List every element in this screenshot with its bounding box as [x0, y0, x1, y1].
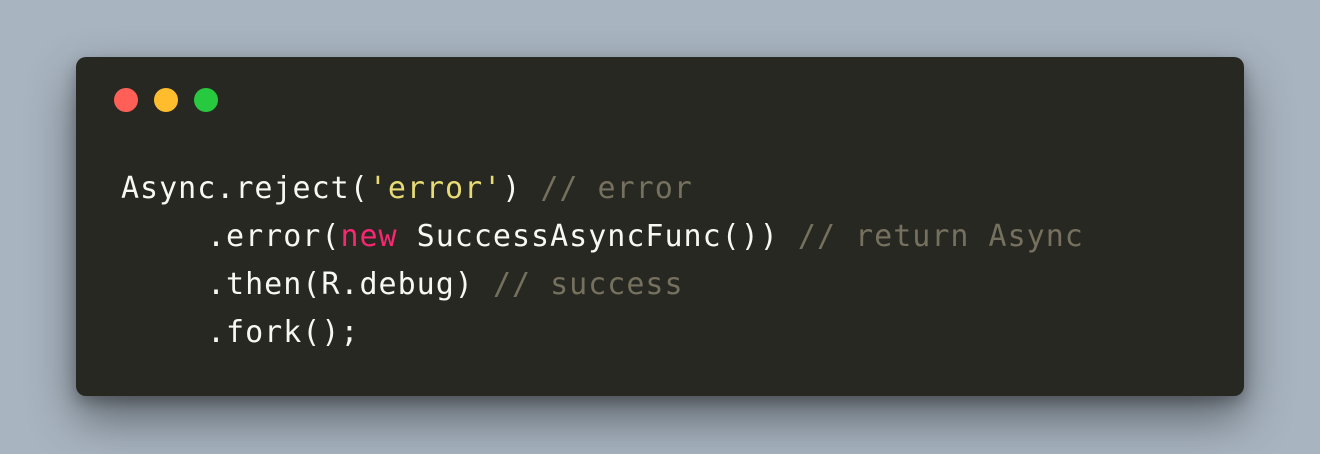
code-token-call: .error( [207, 219, 341, 254]
maximize-button[interactable] [194, 88, 218, 112]
code-token-punct: ) [502, 171, 541, 206]
code-token-call: Async.reject( [121, 171, 369, 206]
code-block: Async.reject('error') // error .error(new… [121, 165, 1084, 357]
code-comment: // success [492, 267, 684, 302]
code-comment: // return Async [797, 219, 1084, 254]
code-token-call: SuccessAsyncFunc()) [397, 219, 798, 254]
close-button[interactable] [114, 88, 138, 112]
minimize-button[interactable] [154, 88, 178, 112]
code-token-call: .fork(); [207, 315, 360, 350]
code-token-keyword: new [340, 219, 398, 254]
code-line-1: Async.reject('error') // error [121, 165, 1084, 213]
code-line-2: .error(new SuccessAsyncFunc()) // return… [121, 213, 1084, 261]
code-token-call: .then(R.debug) [207, 267, 493, 302]
code-comment: // error [540, 171, 693, 206]
window-controls [114, 88, 218, 112]
code-line-3: .then(R.debug) // success [121, 261, 1084, 309]
code-token-string: 'error' [368, 171, 503, 206]
code-window: Async.reject('error') // error .error(new… [76, 57, 1244, 396]
code-line-4: .fork(); [121, 309, 1084, 357]
